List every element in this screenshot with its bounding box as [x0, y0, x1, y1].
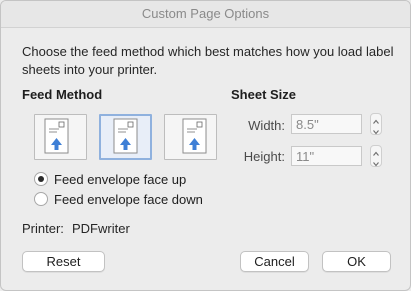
feed-face-up-label: Feed envelope face up — [54, 171, 187, 187]
envelope-feed-center-icon — [113, 118, 138, 154]
instruction-text: Choose the feed method which best matche… — [22, 44, 394, 77]
height-label: Height: — [243, 149, 285, 164]
printer-name: PDFwriter — [72, 221, 130, 236]
width-field[interactable] — [291, 114, 362, 134]
cancel-button[interactable]: Cancel — [240, 251, 309, 272]
feed-option-left-button[interactable] — [34, 114, 87, 160]
envelope-feed-right-icon — [182, 118, 207, 154]
feed-face-down-option[interactable]: Feed envelope face down — [34, 190, 203, 208]
sheet-size-heading: Sheet Size — [231, 87, 297, 102]
feed-face-up-option[interactable]: Feed envelope face up — [34, 170, 186, 188]
printer-label: Printer: — [22, 221, 64, 236]
chevron-down-icon[interactable] — [371, 124, 381, 135]
feed-face-up-radio[interactable] — [34, 172, 48, 186]
width-label: Width: — [248, 118, 285, 133]
reset-button[interactable]: Reset — [22, 251, 105, 272]
window-title: Custom Page Options — [1, 1, 410, 28]
envelope-feed-left-icon — [44, 118, 69, 154]
height-stepper[interactable] — [370, 145, 382, 167]
chevron-up-icon[interactable] — [371, 146, 381, 156]
feed-option-right-button[interactable] — [164, 114, 217, 160]
feed-method-heading: Feed Method — [22, 87, 103, 102]
width-stepper[interactable] — [370, 113, 382, 135]
feed-face-down-radio[interactable] — [34, 192, 48, 206]
custom-page-options-dialog: Custom Page Options Choose the feed meth… — [0, 0, 411, 291]
height-field[interactable] — [291, 146, 362, 166]
ok-button[interactable]: OK — [322, 251, 391, 272]
chevron-down-icon[interactable] — [371, 156, 381, 167]
feed-option-center-button[interactable] — [99, 114, 152, 160]
feed-face-down-label: Feed envelope face down — [54, 191, 203, 207]
chevron-up-icon[interactable] — [371, 114, 381, 124]
